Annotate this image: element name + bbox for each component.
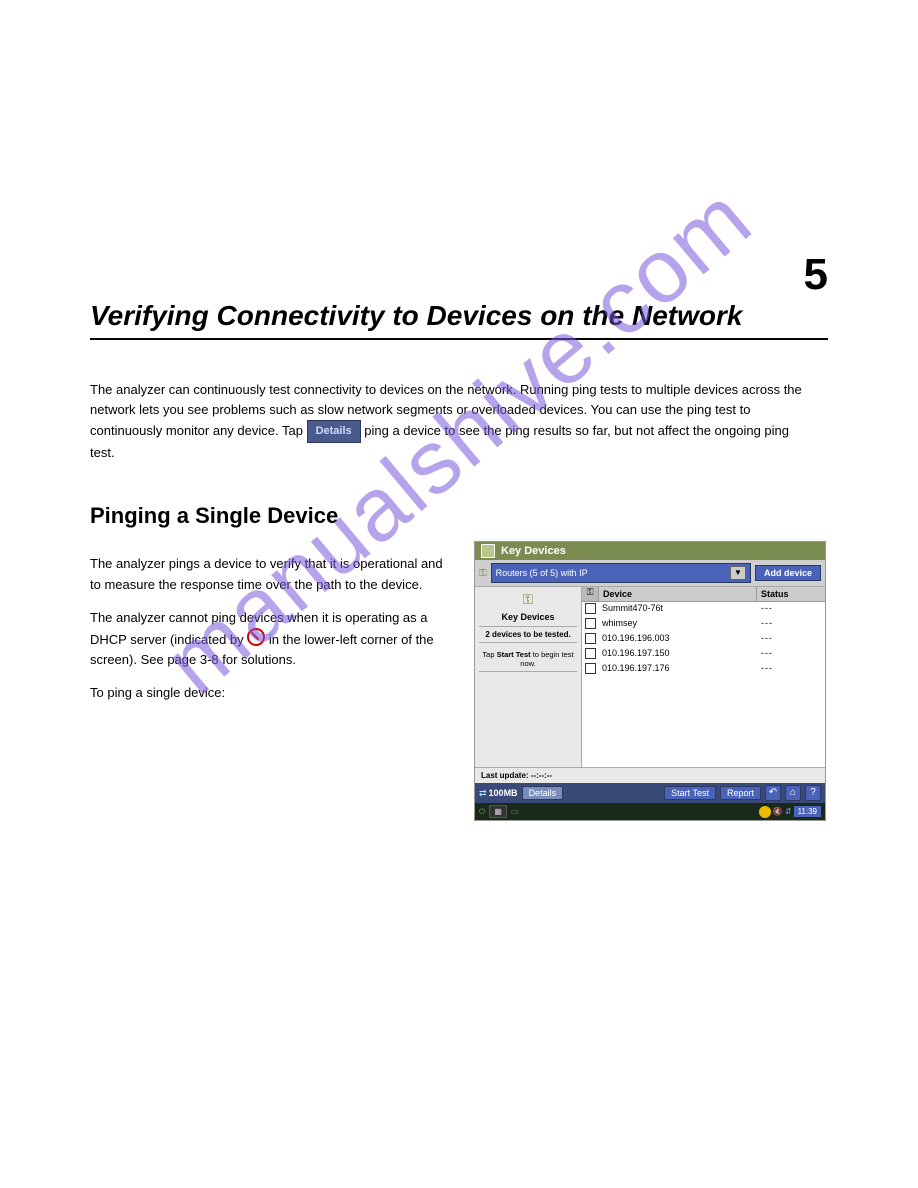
left-p2: The analyzer cannot ping devices when it… <box>90 608 450 670</box>
checkbox-icon[interactable] <box>585 618 596 629</box>
col-device-header[interactable]: Device <box>599 587 757 601</box>
device-status: --- <box>757 603 825 616</box>
device-status: --- <box>757 648 825 661</box>
title-separator <box>90 338 828 340</box>
checkbox-icon[interactable] <box>585 633 596 644</box>
details-button[interactable]: Details <box>522 786 564 800</box>
to-ping-label: To ping a single device: <box>90 683 450 703</box>
chevron-down-icon[interactable]: ▼ <box>730 566 746 580</box>
screenshot-container: Key Devices ⚿ Routers (5 of 5) with IP ▼… <box>474 541 826 821</box>
taskbar-app[interactable]: ▦ <box>489 805 507 818</box>
side-tip: Tap Start Test to begin test now. <box>479 647 577 672</box>
checkbox-icon[interactable] <box>585 663 596 674</box>
left-column: The analyzer pings a device to verify th… <box>90 541 450 716</box>
left-p1: The analyzer pings a device to verify th… <box>90 554 450 594</box>
checkbox-icon[interactable] <box>585 648 596 659</box>
volume-icon[interactable]: 🔇 <box>773 807 783 816</box>
window-title: Key Devices <box>501 545 566 557</box>
window: Key Devices ⚿ Routers (5 of 5) with IP ▼… <box>474 541 826 821</box>
power-icon[interactable]: ⏻ <box>479 807 485 817</box>
side-sub: 2 devices to be tested. <box>479 626 577 643</box>
table-header: ⚿ Device Status <box>582 587 825 602</box>
key-icon: ⚿ <box>479 568 487 579</box>
table-row[interactable]: Summit470-76t--- <box>582 602 825 617</box>
device-name: whimsey <box>598 618 757 631</box>
device-name: 010.196.197.176 <box>598 663 757 676</box>
side-panel: ⚿ Key Devices 2 devices to be tested. Ta… <box>475 587 582 767</box>
bottom-bar: ⇄ 100MB Details Start Test Report ↶ ⌂ ? <box>475 783 825 803</box>
tip-pre: Tap <box>482 650 496 659</box>
status-indicator-yellow <box>759 806 771 818</box>
help-icon[interactable]: ? <box>805 785 821 801</box>
key-devices-icon: ⚿ <box>479 591 577 608</box>
add-device-button[interactable]: Add device <box>755 565 821 581</box>
device-name: 010.196.196.003 <box>598 633 757 646</box>
intro-paragraph: The analyzer can continuously test conne… <box>90 380 810 463</box>
home-icon[interactable]: ⌂ <box>785 785 801 801</box>
table-row[interactable]: 010.196.196.003--- <box>582 632 825 647</box>
clock[interactable]: 11:39 <box>794 806 821 817</box>
device-name: 010.196.197.150 <box>598 648 757 661</box>
checkbox-icon[interactable] <box>585 603 596 614</box>
report-button[interactable]: Report <box>720 786 761 800</box>
col-key-icon: ⚿ <box>582 587 599 601</box>
section-title: Pinging a Single Device <box>90 503 828 529</box>
link-speed-label: 100MB <box>489 788 518 798</box>
titlebar-icon <box>481 544 495 558</box>
chapter-number: 5 <box>804 250 828 300</box>
main-area: ⚿ Key Devices 2 devices to be tested. Ta… <box>475 587 825 767</box>
col-status-header[interactable]: Status <box>757 587 825 601</box>
table-row[interactable]: 010.196.197.176--- <box>582 662 825 677</box>
titlebar: Key Devices <box>475 542 825 560</box>
device-name: Summit470-76t <box>598 603 757 616</box>
dropdown-label: Routers (5 of 5) with IP <box>496 568 588 578</box>
link-icon: ⇄ <box>479 788 487 799</box>
table-row[interactable]: whimsey--- <box>582 617 825 632</box>
device-status: --- <box>757 663 825 676</box>
device-status: --- <box>757 618 825 631</box>
device-status: --- <box>757 633 825 646</box>
chapter-title: Verifying Connectivity to Devices on the… <box>90 300 828 332</box>
device-list: ⚿ Device Status Summit470-76t--- whimsey… <box>582 587 825 767</box>
taskbar: ⏻ ▦ ▭ 🔇 ⇵ 11:39 <box>475 803 825 820</box>
side-title: Key Devices <box>479 612 577 622</box>
network-icon[interactable]: ⇵ <box>785 807 792 816</box>
table-row[interactable]: 010.196.197.150--- <box>582 647 825 662</box>
toolbar-row: ⚿ Routers (5 of 5) with IP ▼ Add device <box>475 560 825 587</box>
taskbar-window-icon[interactable]: ▭ <box>511 807 519 816</box>
details-button-inline: Details <box>307 420 361 443</box>
link-speed[interactable]: ⇄ 100MB <box>479 788 518 799</box>
back-icon[interactable]: ↶ <box>765 785 781 801</box>
last-update-label: Last update: --:--:-- <box>475 767 825 783</box>
start-test-button[interactable]: Start Test <box>664 786 716 800</box>
no-dhcp-icon <box>247 628 265 646</box>
tip-bold: Start Test <box>497 650 531 659</box>
filter-dropdown[interactable]: Routers (5 of 5) with IP ▼ <box>491 563 751 583</box>
